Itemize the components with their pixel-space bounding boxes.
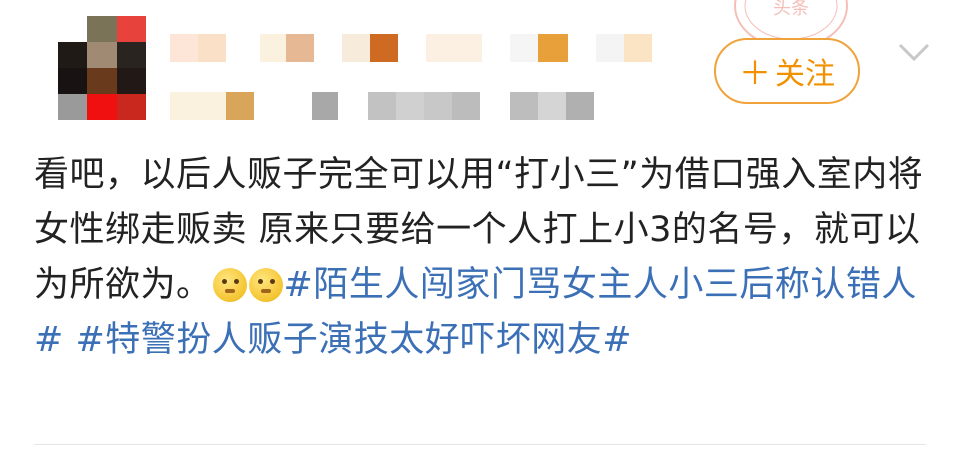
post-meta-redacted — [170, 92, 594, 120]
thinking-face-icon — [248, 268, 283, 302]
avatar[interactable] — [58, 16, 146, 120]
post-body: 看吧，以后人贩子完全可以用“打小三”为借口强入室内将女性绑走贩卖 原来只要给一个… — [34, 148, 934, 368]
chevron-down-icon[interactable] — [896, 40, 932, 64]
stamp-text: 头条 — [773, 0, 809, 19]
divider — [34, 444, 926, 445]
thinking-face-icon — [212, 268, 247, 302]
plus-icon: ＋ — [738, 54, 771, 92]
follow-button[interactable]: ＋ 关注 — [714, 38, 860, 104]
username-redacted[interactable] — [170, 34, 652, 62]
hashtag-link[interactable]: #特警扮人贩子演技太好吓坏网友# — [75, 320, 632, 360]
follow-button-label: 关注 — [775, 57, 835, 92]
